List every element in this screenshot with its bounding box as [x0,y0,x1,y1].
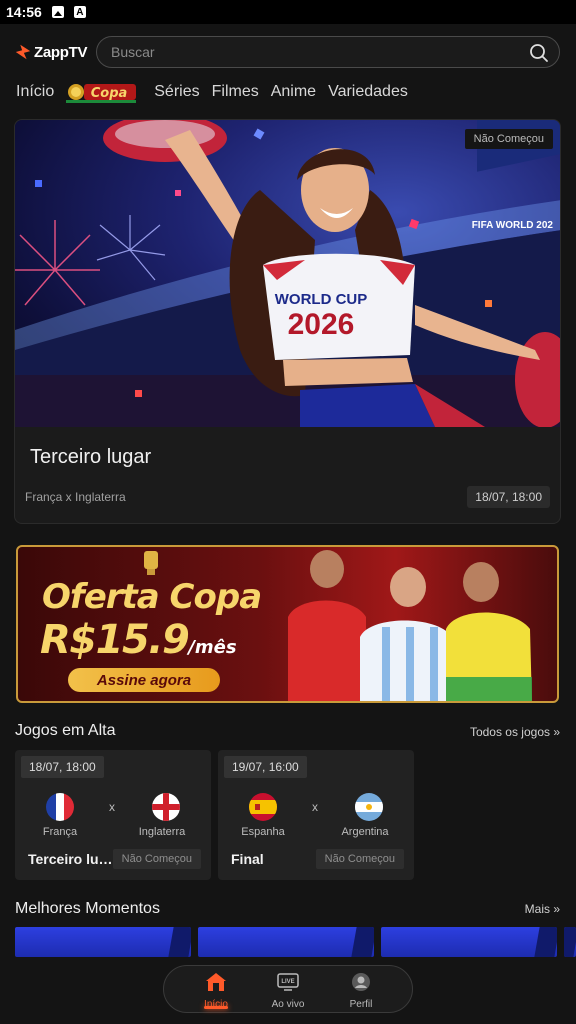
app-logo[interactable]: ZappTV [14,43,98,61]
match-time: 19/07, 16:00 [224,756,307,778]
copa-logo-icon: Copa [66,84,137,103]
nav-anime[interactable]: Anime [271,83,316,101]
promo-price-unit: /mês [188,637,237,658]
home-icon [206,973,226,991]
match-away-team: Inglaterra [138,826,186,838]
status-time: 14:56 [6,4,42,20]
nav-series[interactable]: Séries [154,83,199,101]
promo-banner[interactable]: Oferta Copa R$15.9/mês Assine agora [16,545,559,703]
active-tab-indicator [204,1006,228,1009]
copa-logo-text: Copa [91,86,128,101]
subscribe-button[interactable]: Assine agora [68,668,220,692]
match-status-badge: Não Começou [315,849,404,869]
match-vs: x [312,800,318,814]
bottom-nav-home[interactable]: Início [181,972,251,1010]
match-home-team: França [42,826,78,838]
match-card[interactable]: 19/07, 16:00 Espanha x Argentina Final N… [218,750,414,880]
bottom-nav-profile-label: Perfil [349,999,373,1010]
bottom-nav-live[interactable]: LIVE Ao vivo [253,972,323,1010]
promo-price-value: R$15.9 [40,617,190,663]
more-highlights-link[interactable]: Mais » [525,902,560,916]
players-image [288,550,532,701]
argentina-flag-icon [355,793,383,821]
app-header: ZappTV Buscar [14,36,560,68]
promo-price: R$15.9/mês [40,617,237,663]
hero-teams: França x Inglaterra [25,490,126,504]
england-flag-icon [152,793,180,821]
nav-variedades[interactable]: Variedades [328,83,408,101]
match-home-team: Espanha [241,826,285,838]
live-tv-icon: LIVE [277,973,299,991]
image-icon [51,6,64,18]
hero-image: FIFA WORLD 202 WORLD CUP 2026 Não Começo… [15,120,560,427]
highlights-title: Melhores Momentos [15,900,160,917]
zapp-logo-icon [15,44,31,60]
match-status-badge: Não Começou [112,849,201,869]
hero-shirt-line2: 2026 [288,308,355,341]
match-away-team: Argentina [341,826,389,838]
highlight-thumbnail[interactable] [381,927,557,957]
nav-filmes[interactable]: Filmes [212,83,259,101]
promo-title: Oferta Copa [42,577,262,617]
match-time: 18/07, 18:00 [21,756,104,778]
match-card[interactable]: 18/07, 18:00 França x Inglaterra Terceir… [15,750,211,880]
hero-status-badge: Não Começou [464,129,553,149]
font-icon: A [73,6,86,18]
logo-text: ZappTV [34,43,88,61]
hero-time: 18/07, 18:00 [467,486,550,508]
france-flag-icon [46,793,74,821]
status-bar: 14:56 A [0,0,576,24]
hero-card[interactable]: FIFA WORLD 202 WORLD CUP 2026 Não Começo… [14,119,561,524]
hero-sign-text: FIFA WORLD 202 [472,220,554,231]
search-input[interactable]: Buscar [111,44,155,60]
highlight-thumbnail[interactable] [15,927,191,957]
bottom-nav-profile[interactable]: Perfil [326,972,396,1010]
search-icon[interactable] [529,43,549,63]
live-badge-text: LIVE [281,979,294,985]
match-name: Final [231,851,264,867]
match-name: Terceiro lugar [28,851,113,867]
search-bar[interactable]: Buscar [96,36,560,68]
hero-shirt-line1: WORLD CUP [275,291,368,308]
category-nav: Início Copa Séries Filmes Anime Variedad… [16,78,576,106]
bottom-nav: Início LIVE Ao vivo Perfil [163,965,413,1013]
profile-icon [352,973,370,991]
match-vs: x [109,800,115,814]
highlight-thumbnail[interactable] [564,927,576,957]
spain-flag-icon [249,793,277,821]
highlight-thumbnail[interactable] [198,927,374,957]
bottom-nav-live-label: Ao vivo [271,999,305,1010]
all-games-link[interactable]: Todos os jogos » [470,725,560,739]
trophy-icon [144,551,158,575]
nav-copa[interactable]: Copa [66,78,138,106]
trending-title: Jogos em Alta [15,722,116,739]
hero-title: Terceiro lugar [30,446,152,468]
nav-inicio[interactable]: Início [16,83,54,101]
